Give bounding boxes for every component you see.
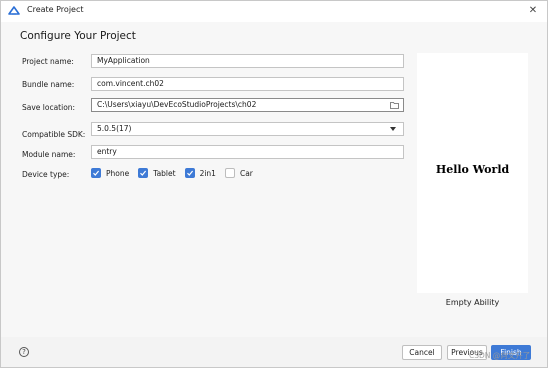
window-title: Create Project — [27, 5, 84, 14]
device-label-phone: Phone — [106, 168, 130, 178]
checkbox-2in1[interactable] — [184, 168, 195, 178]
create-project-dialog: Create Project ✕ Configure Your Project … — [0, 0, 548, 368]
device-option-2in1[interactable]: 2in1 — [184, 168, 216, 178]
compatible-sdk-select[interactable]: 5.0.5(17) — [91, 122, 404, 136]
checkbox-phone[interactable] — [91, 168, 101, 178]
preview-text: Hello World — [435, 163, 510, 176]
device-label-car: Car — [239, 168, 253, 178]
footer-bar: ? Cancel Previous Finish — [1, 337, 547, 367]
bundle-name-input[interactable]: com.vincent.ch02 — [91, 77, 404, 91]
checkbox-tablet[interactable] — [138, 168, 149, 178]
template-preview: Hello World — [417, 53, 528, 293]
chevron-down-icon — [390, 127, 396, 131]
device-type-label: Device type: — [22, 170, 70, 179]
device-option-phone[interactable]: Phone — [91, 168, 129, 178]
check-icon — [140, 170, 147, 176]
check-icon — [93, 170, 100, 176]
help-icon[interactable]: ? — [19, 347, 29, 357]
template-name: Empty Ability — [445, 298, 500, 307]
module-name-input[interactable]: entry — [91, 145, 404, 159]
page-title: Configure Your Project — [20, 30, 136, 42]
cancel-button[interactable]: Cancel — [402, 345, 442, 360]
save-location-value: C:\Users\xiayu\DevEcoStudioProjects\ch02 — [97, 100, 257, 109]
title-bar: Create Project ✕ — [1, 1, 547, 22]
compatible-sdk-label: Compatible SDK: — [22, 130, 86, 139]
bundle-name-label: Bundle name: — [22, 80, 75, 89]
compatible-sdk-value: 5.0.5(17) — [97, 124, 132, 133]
save-location-label: Save location: — [22, 103, 76, 112]
content-panel: Configure Your Project Project name: MyA… — [1, 22, 547, 337]
project-name-input[interactable]: MyApplication — [91, 54, 404, 68]
save-location-input[interactable]: C:\Users\xiayu\DevEcoStudioProjects\ch02 — [91, 98, 404, 112]
device-option-car[interactable]: Car — [224, 168, 253, 178]
check-icon — [186, 170, 193, 176]
checkbox-car[interactable] — [224, 168, 235, 178]
device-type-group: Phone Tablet 2in1 Car — [91, 168, 262, 178]
harmony-logo-icon — [8, 6, 20, 15]
device-label-2in1: 2in1 — [199, 168, 216, 178]
device-option-tablet[interactable]: Tablet — [138, 168, 176, 178]
module-name-label: Module name: — [22, 150, 76, 159]
device-label-tablet: Tablet — [153, 168, 176, 178]
project-name-label: Project name: — [22, 57, 74, 66]
folder-icon[interactable] — [390, 101, 399, 109]
csdn-watermark: CSDN @向文开了 — [469, 351, 531, 360]
close-icon[interactable]: ✕ — [525, 3, 541, 19]
